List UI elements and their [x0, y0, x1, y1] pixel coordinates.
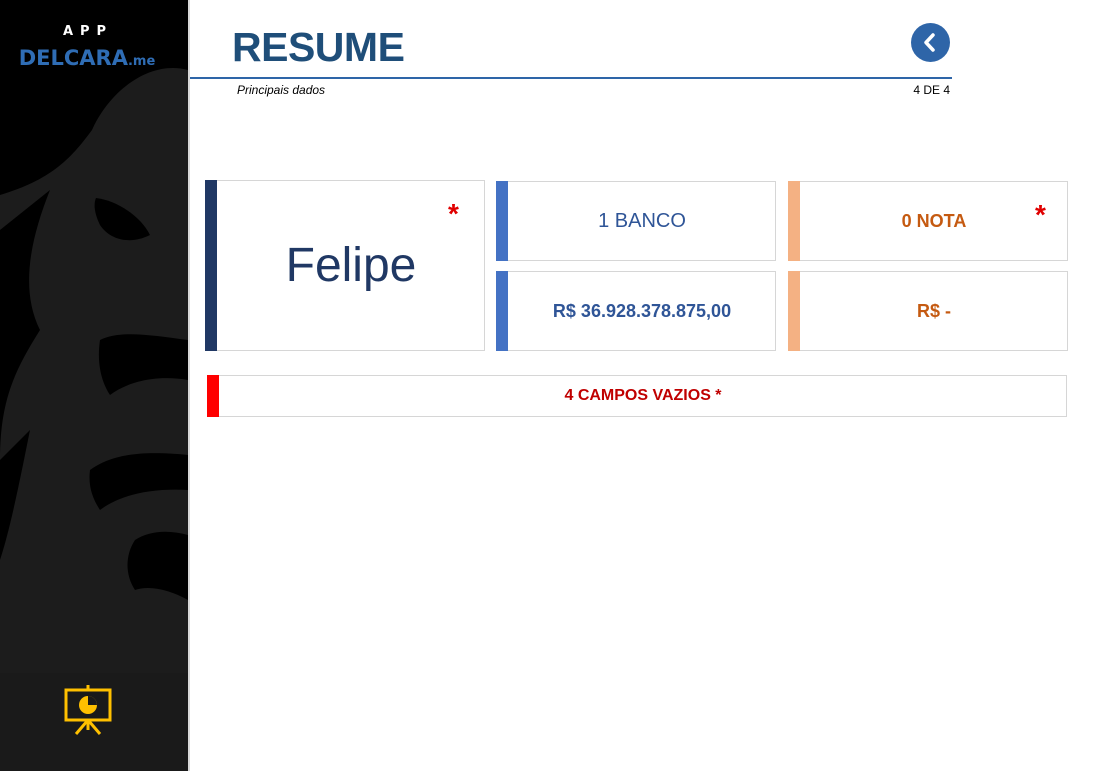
- bank-total-accent: [496, 271, 508, 351]
- name-value: Felipe: [285, 239, 417, 292]
- logo: DELCARA.me: [0, 46, 174, 70]
- page-subtitle: Principais dados: [237, 83, 326, 97]
- nota-count-card: 0 NOTA *: [788, 181, 1068, 261]
- nota-count-accent: [788, 181, 800, 261]
- bank-count-value: 1 BANCO: [598, 209, 686, 232]
- page-indicator: 4 DE 4: [913, 83, 950, 97]
- empty-fields-warning: 4 CAMPOS VAZIOS *: [207, 375, 1067, 417]
- back-button[interactable]: [911, 23, 950, 62]
- nota-total-accent: [788, 271, 800, 351]
- chevron-left-icon: [924, 33, 935, 52]
- name-card-accent: [205, 180, 217, 351]
- nota-total-card: R$ -: [788, 271, 1068, 351]
- logo-name: DELCARA: [18, 46, 128, 70]
- bank-count-card: 1 BANCO: [496, 181, 776, 261]
- lion-silhouette-background: [0, 68, 188, 673]
- nota-count-value: 0 NOTA: [901, 210, 967, 231]
- name-required-marker: *: [448, 198, 459, 229]
- name-card: Felipe *: [205, 180, 485, 351]
- warning-accent: [207, 375, 219, 417]
- logo-suffix: .me: [127, 54, 156, 69]
- nota-total-value: R$ -: [916, 300, 951, 321]
- sidebar: APP DELCARA.me: [0, 0, 188, 771]
- bank-count-accent: [496, 181, 508, 261]
- presentation-chart-icon[interactable]: [62, 684, 114, 736]
- warning-text: 4 CAMPOS VAZIOS *: [564, 387, 722, 404]
- header-divider: [190, 77, 952, 79]
- logo-app-label: APP: [62, 24, 114, 39]
- bank-total-value: R$ 36.928.378.875,00: [552, 300, 732, 321]
- bank-total-card: R$ 36.928.378.875,00: [496, 271, 776, 351]
- page-title: RESUME: [232, 24, 405, 70]
- sidebar-divider: [188, 0, 190, 771]
- nota-required-marker: *: [1035, 199, 1046, 230]
